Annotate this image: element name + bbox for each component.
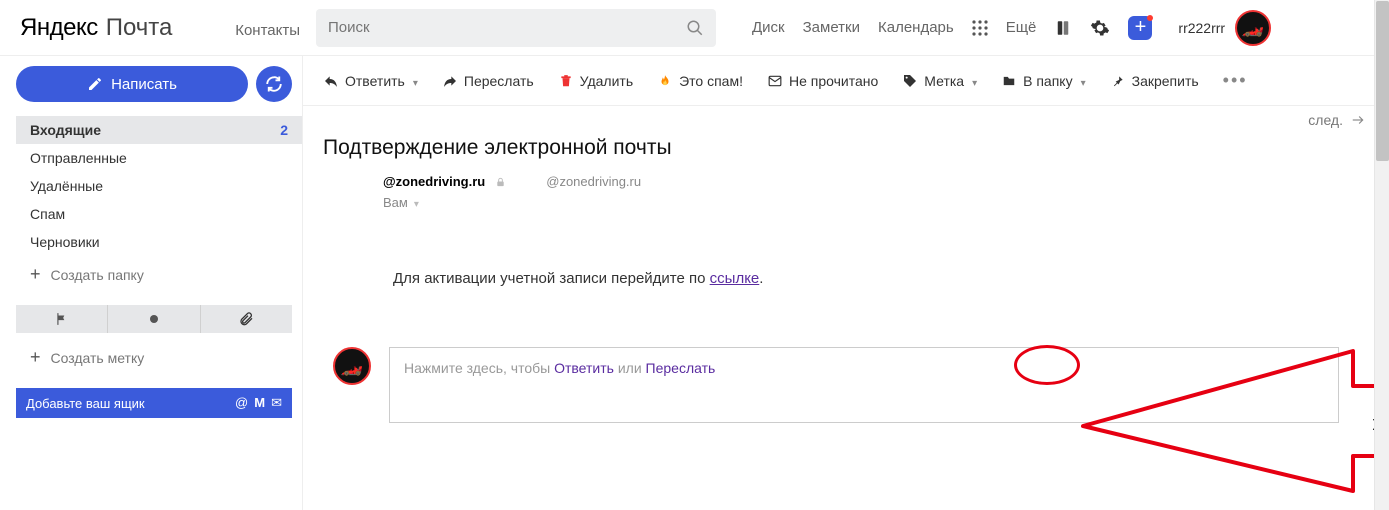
scrollbar[interactable] bbox=[1374, 0, 1389, 510]
trash-icon bbox=[558, 73, 574, 89]
reply-hint-mid: или bbox=[614, 360, 646, 376]
plus-icon: + bbox=[30, 347, 41, 368]
pin-icon bbox=[1110, 73, 1126, 89]
create-folder-label: Создать папку bbox=[51, 267, 144, 283]
mail-subject: Подтверждение электронной почты bbox=[323, 136, 1369, 160]
top-link-notes[interactable]: Заметки bbox=[803, 19, 860, 36]
at-icon: @ bbox=[235, 395, 248, 411]
folder-list: Входящие 2 Отправленные Удалённые Спам Ч… bbox=[16, 116, 302, 289]
compose-label: Написать bbox=[111, 76, 177, 93]
reply-icon bbox=[323, 73, 339, 89]
forward-icon bbox=[442, 73, 458, 89]
mailru-icon: ✉ bbox=[271, 395, 282, 411]
scrollbar-thumb[interactable] bbox=[1376, 1, 1389, 161]
mailbox-provider-icons: @ M ✉ bbox=[235, 395, 282, 411]
mail-body: Для активации учетной записи перейдите п… bbox=[323, 210, 1369, 347]
folder-drafts[interactable]: Черновики bbox=[16, 228, 302, 256]
flag-icon[interactable] bbox=[16, 305, 108, 333]
gmail-icon: M bbox=[254, 395, 265, 411]
attachment-icon[interactable] bbox=[201, 305, 292, 333]
folder-label: Входящие bbox=[30, 122, 101, 138]
label-button[interactable]: Метка bbox=[902, 73, 977, 89]
sender-address[interactable]: @zonedriving.ru bbox=[383, 174, 485, 189]
add-button[interactable]: + bbox=[1128, 16, 1152, 40]
lock-icon bbox=[495, 176, 506, 188]
mail-toolbar: Ответить Переслать Удалить Это спам! Не … bbox=[303, 56, 1389, 106]
contacts-link[interactable]: Контакты bbox=[235, 22, 300, 39]
top-link-calendar[interactable]: Календарь bbox=[878, 19, 954, 36]
envelope-icon bbox=[767, 73, 783, 89]
chevron-down-icon bbox=[414, 195, 419, 210]
folder-label: Спам bbox=[30, 206, 65, 222]
dot-icon[interactable] bbox=[108, 305, 200, 333]
move-button[interactable]: В папку bbox=[1001, 73, 1086, 89]
sender-secondary: @zonedriving.ru bbox=[546, 174, 641, 189]
pin-label: Закрепить bbox=[1132, 73, 1199, 89]
forward-label: Переслать bbox=[464, 73, 534, 89]
search-icon[interactable] bbox=[686, 19, 704, 37]
tag-icon bbox=[902, 73, 918, 89]
top-link-more[interactable]: Ещё bbox=[1006, 19, 1037, 36]
username-label[interactable]: rr222rrr bbox=[1178, 20, 1225, 36]
folder-icon bbox=[1001, 73, 1017, 89]
folder-inbox[interactable]: Входящие 2 bbox=[16, 116, 302, 144]
search-box[interactable] bbox=[316, 9, 716, 47]
move-label: В папку bbox=[1023, 73, 1072, 89]
contacts-book-icon[interactable] bbox=[1054, 19, 1072, 37]
folder-label: Удалённые bbox=[30, 178, 103, 194]
quick-reply-link[interactable]: Ответить bbox=[554, 360, 614, 376]
caret-icon bbox=[411, 73, 418, 89]
delete-label: Удалить bbox=[580, 73, 633, 89]
delete-button[interactable]: Удалить bbox=[558, 73, 633, 89]
reply-label: Ответить bbox=[345, 73, 405, 89]
gear-icon[interactable] bbox=[1090, 18, 1110, 38]
plus-icon: + bbox=[30, 264, 41, 285]
add-mailbox-button[interactable]: Добавьте ваш ящик @ M ✉ bbox=[16, 388, 292, 418]
next-mail-button[interactable]: след. bbox=[1308, 112, 1367, 128]
sender-row: @zonedriving.ru @zonedriving.ru bbox=[323, 174, 1369, 189]
compose-button[interactable]: Написать bbox=[16, 66, 248, 102]
folder-trash[interactable]: Удалённые bbox=[16, 172, 302, 200]
create-folder-button[interactable]: + Создать папку bbox=[16, 260, 302, 289]
spam-label: Это спам! bbox=[679, 73, 743, 89]
caret-icon bbox=[1079, 73, 1086, 89]
top-link-disk[interactable]: Диск bbox=[752, 19, 785, 36]
apps-grid-icon[interactable] bbox=[972, 20, 988, 36]
folder-count: 2 bbox=[280, 122, 288, 138]
folder-label: Черновики bbox=[30, 234, 100, 250]
recipient-row[interactable]: Вам bbox=[323, 195, 1369, 210]
quick-forward-link[interactable]: Переслать bbox=[646, 360, 716, 376]
folder-spam[interactable]: Спам bbox=[16, 200, 302, 228]
to-label: Вам bbox=[383, 195, 408, 210]
body-text-suffix: . bbox=[759, 270, 763, 287]
caret-icon bbox=[970, 73, 977, 89]
logo-pochta[interactable]: Почта bbox=[106, 14, 173, 42]
unread-button[interactable]: Не прочитано bbox=[767, 73, 878, 89]
create-tag-button[interactable]: + Создать метку bbox=[16, 341, 302, 374]
label-label: Метка bbox=[924, 73, 964, 89]
forward-button[interactable]: Переслать bbox=[442, 73, 534, 89]
search-input[interactable] bbox=[328, 19, 686, 36]
folder-label: Отправленные bbox=[30, 150, 127, 166]
create-tag-label: Создать метку bbox=[51, 350, 145, 366]
avatar-small: 🏎️ bbox=[333, 347, 371, 385]
add-mailbox-label: Добавьте ваш ящик bbox=[26, 396, 145, 411]
tag-icons-row bbox=[16, 305, 292, 333]
logo-yandex[interactable]: Яндекс bbox=[20, 14, 98, 42]
activation-link[interactable]: ссылке bbox=[710, 270, 760, 287]
unread-label: Не прочитано bbox=[789, 73, 878, 89]
next-label: след. bbox=[1308, 112, 1343, 128]
more-button[interactable]: ••• bbox=[1223, 70, 1248, 91]
refresh-button[interactable] bbox=[256, 66, 292, 102]
reply-hint-pre: Нажмите здесь, чтобы bbox=[404, 360, 554, 376]
folder-sent[interactable]: Отправленные bbox=[16, 144, 302, 172]
reply-button[interactable]: Ответить bbox=[323, 73, 418, 89]
fire-icon bbox=[657, 73, 673, 89]
spam-button[interactable]: Это спам! bbox=[657, 73, 743, 89]
avatar[interactable]: 🏎️ bbox=[1235, 10, 1271, 46]
pin-button[interactable]: Закрепить bbox=[1110, 73, 1199, 89]
body-text-prefix: Для активации учетной записи перейдите п… bbox=[393, 270, 710, 287]
quick-reply-box[interactable]: Нажмите здесь, чтобы Ответить или Пересл… bbox=[389, 347, 1339, 423]
